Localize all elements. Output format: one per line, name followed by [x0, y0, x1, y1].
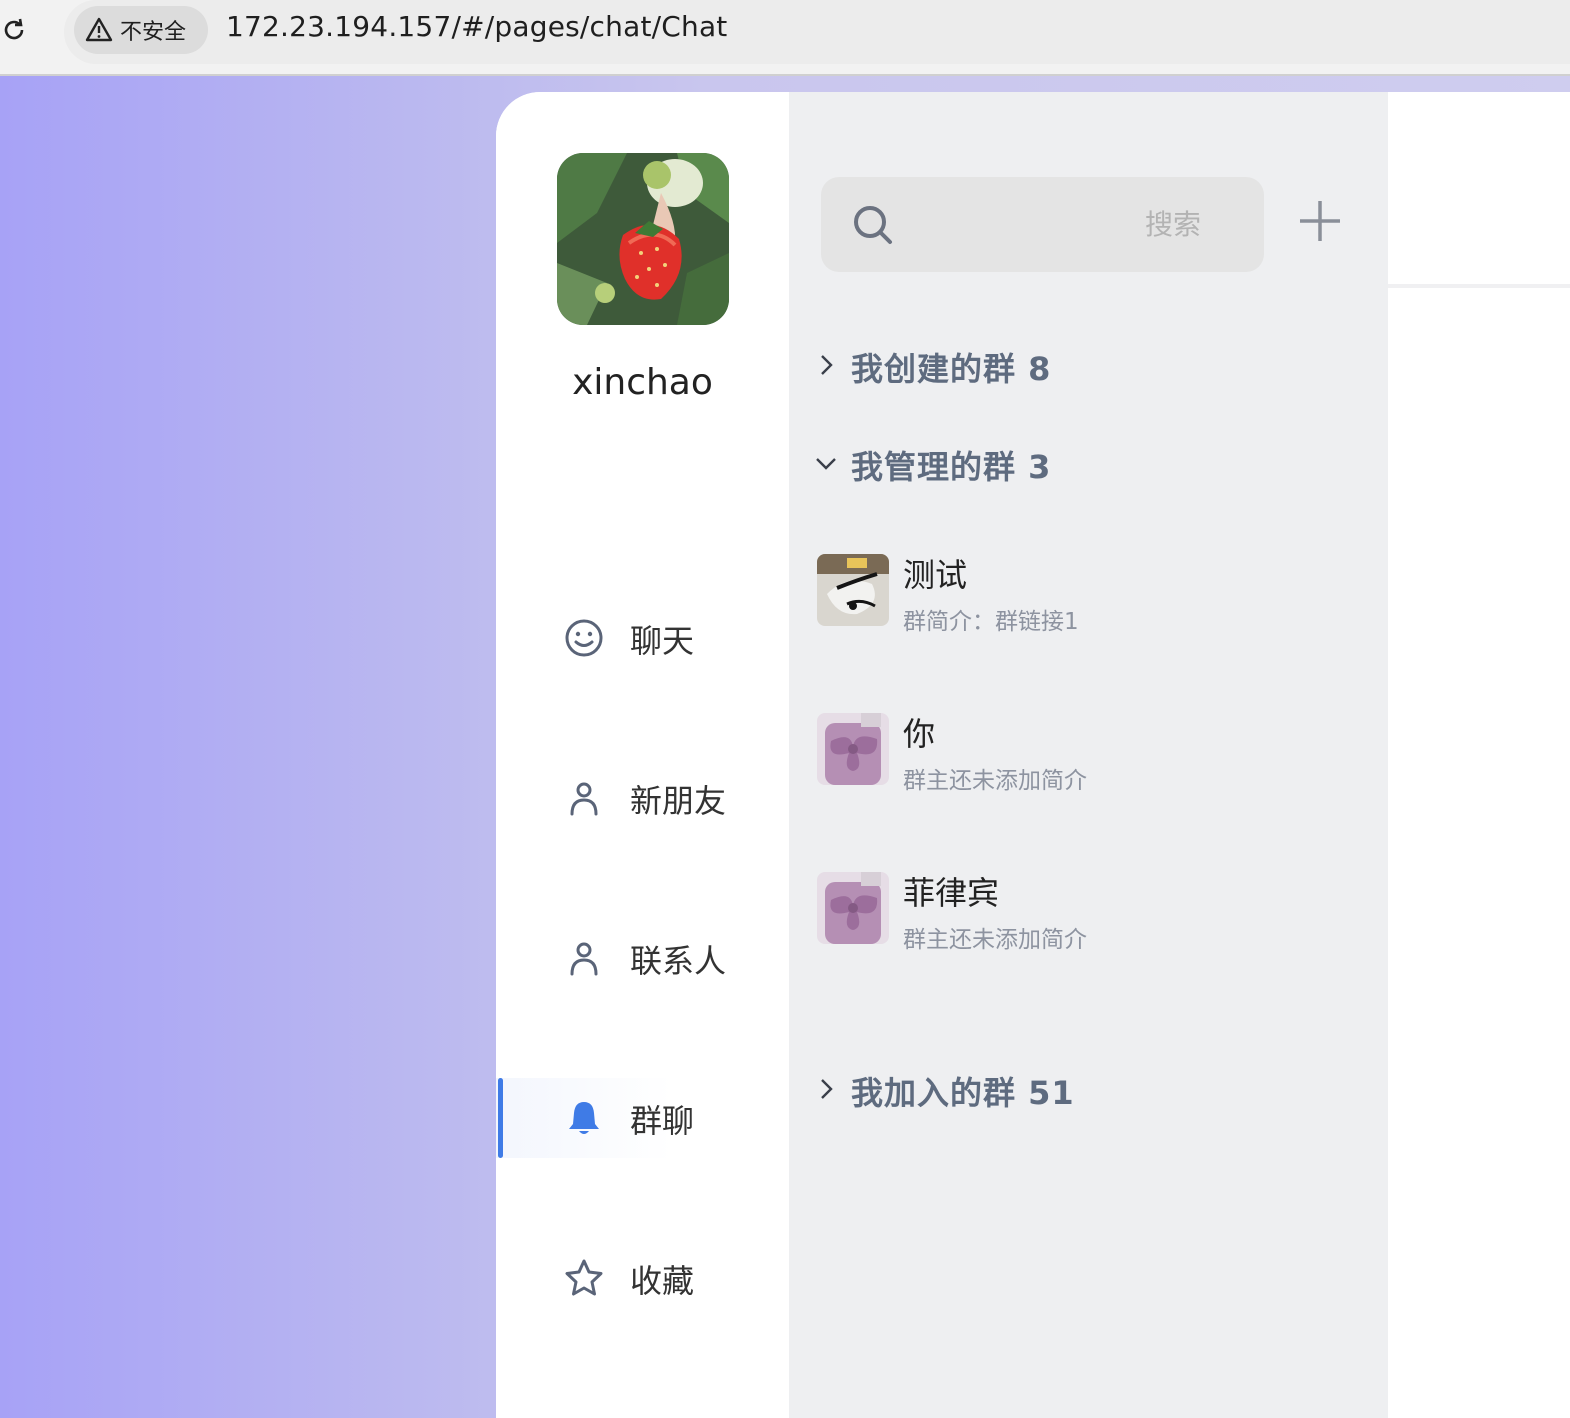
section-created-groups[interactable]: 我创建的群 8: [809, 336, 1369, 396]
group-thumbnail: [817, 872, 889, 944]
nav-label-chat: 聊天: [630, 622, 695, 660]
nav-item-new-friends[interactable]: 新朋友: [496, 758, 789, 838]
group-thumbnail: [817, 554, 889, 626]
nav-label-contacts: 联系人: [630, 942, 727, 980]
user-icon: [570, 782, 598, 816]
avatar[interactable]: [557, 153, 729, 325]
group-thumbnail: [817, 713, 889, 785]
security-label: 不安全: [120, 20, 187, 45]
group-name: 你: [903, 715, 936, 753]
nav-item-contacts[interactable]: 联系人: [496, 918, 789, 998]
section-managed-groups[interactable]: 我管理的群 3: [809, 434, 1369, 494]
nav-item-chat[interactable]: 聊天: [496, 598, 789, 678]
chevron-right-icon: [821, 1079, 833, 1099]
chevron-right-icon: [821, 355, 833, 375]
nav-item-favorites[interactable]: 收藏: [496, 1238, 789, 1318]
chevron-down-icon: [816, 458, 836, 470]
warning-icon: [85, 17, 113, 42]
section-joined-groups[interactable]: 我加入的群 51: [809, 1060, 1369, 1120]
group-desc: 群主还未添加简介: [903, 768, 1087, 794]
search-box[interactable]: [821, 177, 1264, 272]
search-icon: [854, 206, 892, 244]
username: xinchao: [572, 362, 713, 403]
sidebar-nav: xinchao 聊天 新朋友 联系人 群聊 收藏: [496, 92, 789, 1418]
section-title: 我管理的群 3: [851, 448, 1052, 486]
star-icon: [565, 1259, 603, 1296]
section-title: 我创建的群 8: [851, 350, 1052, 388]
section-title: 我加入的群 51: [851, 1074, 1075, 1112]
nav-label-group-chat: 群聊: [630, 1102, 695, 1140]
group-list-panel: 我创建的群 8 我管理的群 3 测试 群简介：群链接1: [789, 92, 1388, 1418]
group-item[interactable]: 菲律宾 群主还未添加简介: [817, 872, 1357, 962]
add-icon[interactable]: [1297, 198, 1343, 244]
search-input[interactable]: [911, 177, 1241, 272]
smile-icon: [565, 619, 603, 657]
group-name: 测试: [903, 556, 968, 594]
reload-icon[interactable]: [0, 14, 30, 46]
chat-content-area: [1388, 92, 1570, 1418]
group-desc: 群主还未添加简介: [903, 927, 1087, 953]
user-icon: [570, 942, 598, 976]
chat-app: xinchao 聊天 新朋友 联系人 群聊 收藏 搜索 我创建的群 8 我管理的…: [496, 92, 1570, 1418]
header-divider: [1388, 284, 1570, 288]
url-text[interactable]: 172.23.194.157/#/pages/chat/Chat: [226, 10, 728, 43]
nav-label-new-friends: 新朋友: [630, 782, 727, 820]
nav-label-favorites: 收藏: [630, 1262, 695, 1300]
group-desc: 群简介：群链接1: [903, 609, 1079, 635]
group-item[interactable]: 测试 群简介：群链接1: [817, 554, 1357, 644]
security-chip[interactable]: 不安全: [74, 6, 208, 54]
browser-address-bar: 不安全 172.23.194.157/#/pages/chat/Chat: [0, 0, 1570, 76]
nav-item-group-chat[interactable]: 群聊: [496, 1078, 789, 1158]
group-item[interactable]: 你 群主还未添加简介: [817, 713, 1357, 803]
strawberry-photo: [557, 153, 729, 325]
bell-icon: [569, 1102, 599, 1134]
group-name: 菲律宾: [903, 874, 1000, 912]
